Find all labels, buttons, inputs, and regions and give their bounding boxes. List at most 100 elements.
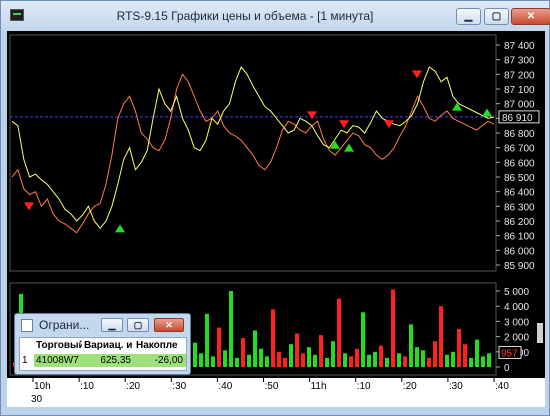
volume-tick-label: 2 000 xyxy=(504,333,529,344)
volume-bar xyxy=(217,327,221,367)
scrollbar-thumb[interactable] xyxy=(537,323,543,343)
price-tick-label: 86 500 xyxy=(504,173,535,184)
sell-marker-icon xyxy=(384,120,394,129)
price-tick-label: 86 800 xyxy=(504,129,535,140)
volume-bar xyxy=(451,351,455,367)
volume-bar xyxy=(391,289,395,367)
time-tick-label: 11h xyxy=(311,381,327,392)
row-index: 1 xyxy=(20,354,34,367)
volume-bar xyxy=(481,356,485,367)
buy-marker-icon xyxy=(482,108,492,117)
main-window: RTS-9.15 Графики цены и объема - [1 мину… xyxy=(0,0,550,416)
price-tick-label: 87 400 xyxy=(504,41,535,52)
sell-marker-icon xyxy=(307,111,317,120)
maximize-button[interactable]: ▢ xyxy=(484,8,509,25)
close-icon: ✕ xyxy=(165,319,173,330)
volume-bar xyxy=(469,357,473,367)
price-tick-label: 86 100 xyxy=(504,232,535,243)
volume-bar xyxy=(439,306,443,367)
time-tick-label: :20 xyxy=(403,381,417,392)
table-row[interactable]: 1 41008W7 625,35 -26,00 xyxy=(20,354,186,367)
volume-bar xyxy=(373,351,377,367)
volume-bar xyxy=(421,350,425,367)
minimize-button[interactable]: ▁ xyxy=(456,8,481,25)
time-tick-label: :30 xyxy=(172,381,186,392)
column-header[interactable]: Торговый xyxy=(34,339,82,352)
price-tick-label: 86 600 xyxy=(504,158,535,169)
volume-bar xyxy=(265,356,269,367)
volume-bar xyxy=(223,350,227,367)
volume-bar xyxy=(463,344,467,367)
column-header[interactable]: Накопле xyxy=(134,339,186,352)
buy-marker-icon xyxy=(452,102,462,111)
limits-table: Торговый Вариац. и Накопле 1 41008W7 625… xyxy=(19,337,187,371)
sell-marker-icon xyxy=(412,70,422,79)
table-cell[interactable]: 625,35 xyxy=(82,354,134,367)
table-cell[interactable]: -26,00 xyxy=(134,354,186,367)
volume-tick-label: 5 000 xyxy=(504,287,529,298)
buy-marker-icon xyxy=(344,143,354,152)
volume-bar xyxy=(343,353,347,367)
volume-bar xyxy=(211,356,215,367)
volume-bar xyxy=(337,298,341,367)
price-line xyxy=(11,66,495,230)
time-tick-label: :20 xyxy=(126,381,140,392)
volume-bar xyxy=(241,338,245,367)
volume-bar xyxy=(289,344,293,367)
time-tick-label: :10 xyxy=(357,381,371,392)
price-tick-label: 87 300 xyxy=(504,56,535,67)
volume-bar xyxy=(457,329,461,367)
limits-window[interactable]: Ограни... ▁ ▢ ✕ Торговый Вариац. и Накоп… xyxy=(14,313,191,375)
volume-bar xyxy=(229,291,233,367)
time-tick-label: 10h xyxy=(34,381,51,392)
volume-tick-label: 4 000 xyxy=(504,302,529,313)
volume-bar xyxy=(301,353,305,367)
volume-bar xyxy=(307,347,311,367)
maximize-icon: ▢ xyxy=(133,319,143,330)
volume-bar xyxy=(361,312,365,367)
price-tick-label: 86 000 xyxy=(504,246,535,257)
document-icon xyxy=(21,319,33,332)
volume-bar xyxy=(433,341,437,367)
sell-marker-icon xyxy=(24,202,34,211)
volume-bar xyxy=(313,354,317,367)
volume-bar xyxy=(271,309,275,367)
limits-close-button[interactable]: ✕ xyxy=(154,318,184,332)
volume-tick-label: 3 000 xyxy=(504,317,529,328)
price-tick-label: 86 300 xyxy=(504,202,535,213)
volume-bar xyxy=(475,339,479,367)
time-tick-label: :10 xyxy=(80,381,94,392)
limits-window-title: Ограни... xyxy=(39,318,90,332)
volume-bar xyxy=(445,354,449,367)
buy-marker-icon xyxy=(115,224,125,233)
price-tick-label: 87 000 xyxy=(504,100,535,111)
price-tick-label: 86 700 xyxy=(504,144,535,155)
table-cell[interactable]: 41008W7 xyxy=(34,354,82,367)
volume-bar xyxy=(397,353,401,367)
volume-bar xyxy=(235,357,239,367)
current-price-label: 86 910 xyxy=(502,113,533,124)
volume-bar xyxy=(403,356,407,367)
limits-minimize-button[interactable]: ▁ xyxy=(101,318,123,332)
current-volume-label: 957 xyxy=(501,348,518,359)
price-tick-label: 85 900 xyxy=(504,261,535,272)
volume-bar xyxy=(259,348,263,367)
volume-bar xyxy=(355,348,359,367)
volume-bar xyxy=(295,333,299,367)
volume-bar xyxy=(415,347,419,367)
indicator-line xyxy=(11,73,495,234)
minimize-icon: ▁ xyxy=(464,11,473,22)
title-bar[interactable]: RTS-9.15 Графики цены и объема - [1 мину… xyxy=(1,1,550,31)
price-tick-label: 86 200 xyxy=(504,217,535,228)
column-header[interactable]: Вариац. и xyxy=(82,339,134,352)
volume-bar xyxy=(487,353,491,367)
volume-bar xyxy=(193,342,197,367)
price-tick-label: 87 100 xyxy=(504,85,535,96)
time-tick-label: :40 xyxy=(218,381,232,392)
volume-bar xyxy=(319,335,323,367)
volume-bar xyxy=(325,357,329,367)
time-tick-label: :50 xyxy=(265,381,279,392)
limits-maximize-button[interactable]: ▢ xyxy=(127,318,149,332)
price-tick-label: 87 200 xyxy=(504,70,535,81)
close-button[interactable]: ✕ xyxy=(511,8,550,25)
